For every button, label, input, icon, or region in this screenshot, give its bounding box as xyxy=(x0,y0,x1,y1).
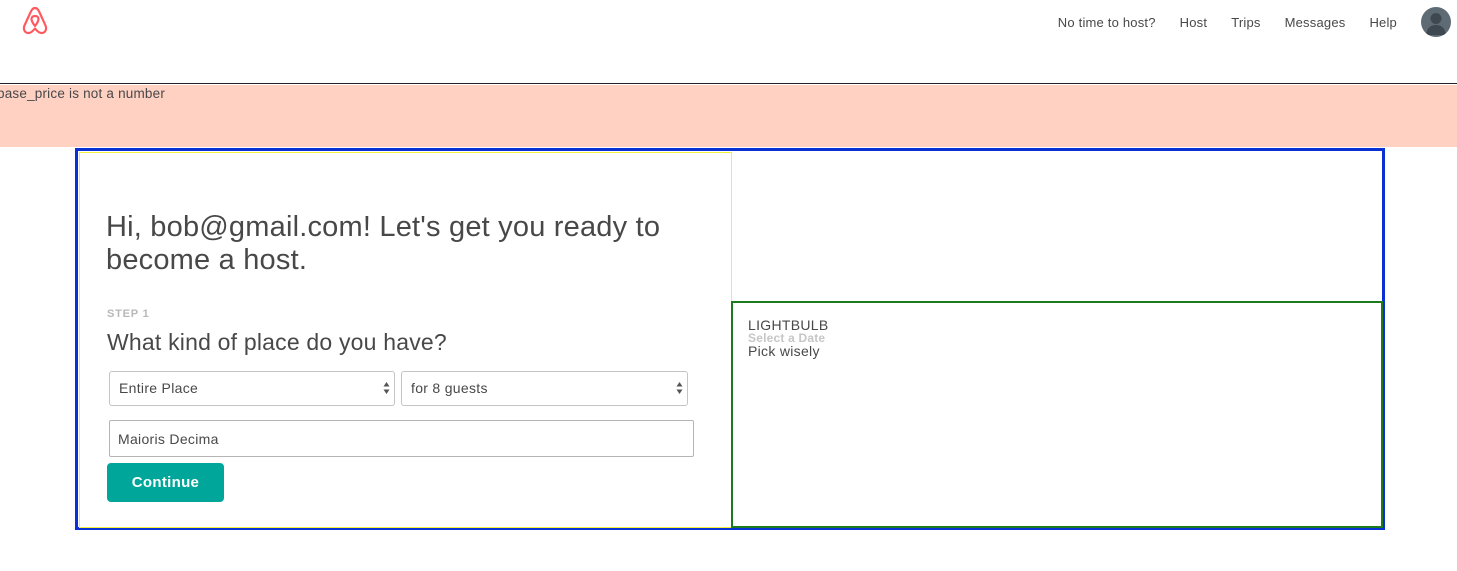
host-onboarding-frame: Hi, bob@gmail.com! Let's get you ready t… xyxy=(75,148,1385,530)
select-arrows-icon xyxy=(676,382,683,394)
top-nav: No time to host? Host Trips Messages Hel… xyxy=(1058,0,1457,44)
lightbulb-tip-panel: LIGHTBULB Select a Date Pick wisely xyxy=(731,301,1383,528)
user-avatar-icon[interactable] xyxy=(1421,7,1451,37)
nav-no-time-to-host[interactable]: No time to host? xyxy=(1058,15,1156,30)
step-label: STEP 1 xyxy=(107,308,150,320)
error-message: base_price is not a number xyxy=(0,86,166,101)
address-input[interactable] xyxy=(109,420,694,457)
guests-select[interactable]: for 8 guests xyxy=(401,371,688,406)
select-arrows-icon xyxy=(383,382,390,394)
airbnb-logo-icon[interactable] xyxy=(18,4,52,38)
nav-host[interactable]: Host xyxy=(1180,15,1208,30)
place-type-selected: Entire Place xyxy=(119,380,199,396)
error-banner: base_price is not a number xyxy=(0,85,1457,147)
nav-messages[interactable]: Messages xyxy=(1285,15,1346,30)
right-blank-area xyxy=(732,152,1382,301)
top-header: No time to host? Host Trips Messages Hel… xyxy=(0,0,1457,84)
continue-button[interactable]: Continue xyxy=(107,463,224,502)
place-type-select[interactable]: Entire Place xyxy=(109,371,395,406)
step-question: What kind of place do you have? xyxy=(107,329,447,355)
nav-help[interactable]: Help xyxy=(1369,15,1397,30)
page-title: Hi, bob@gmail.com! Let's get you ready t… xyxy=(106,211,661,276)
tip-title: LIGHTBULB xyxy=(748,317,829,333)
tip-body: Pick wisely xyxy=(748,343,820,359)
guests-selected: for 8 guests xyxy=(411,380,488,396)
host-form-panel: Hi, bob@gmail.com! Let's get you ready t… xyxy=(79,152,732,528)
nav-trips[interactable]: Trips xyxy=(1231,15,1260,30)
